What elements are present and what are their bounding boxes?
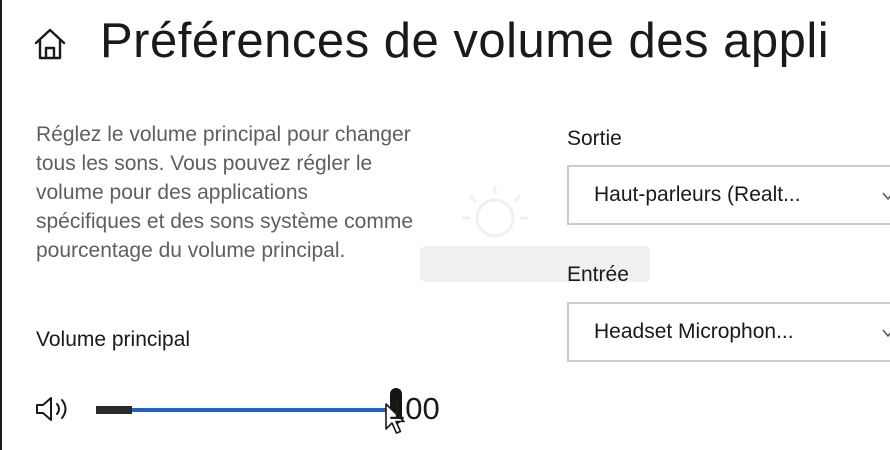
window-left-border <box>0 0 2 450</box>
chevron-down-icon <box>882 329 890 338</box>
description-line: Réglez le volume principal pour changer <box>36 123 411 146</box>
volume-slider-start <box>96 406 132 414</box>
output-device-value: Haut-parleurs (Realt... <box>594 183 801 206</box>
volume-slider[interactable] <box>96 408 402 412</box>
page-title: Préférences de volume des appli <box>100 14 830 68</box>
input-device-value: Headset Microphon... <box>594 320 794 343</box>
home-icon[interactable] <box>30 24 70 64</box>
master-volume-label: Volume principal <box>36 328 191 351</box>
master-volume-control: 100 <box>34 388 474 434</box>
output-device-dropdown[interactable]: Haut-parleurs (Realt... <box>567 165 890 225</box>
speaker-icon[interactable] <box>34 394 86 424</box>
chevron-down-icon <box>882 192 890 201</box>
input-device-dropdown[interactable]: Headset Microphon... <box>567 302 890 362</box>
description-line: tous les sons. Vous pouvez régler le <box>36 152 373 175</box>
input-label: Entrée <box>567 263 629 286</box>
volume-value: 100 <box>388 391 440 426</box>
page-header: Préférences de volume des appli <box>30 6 829 76</box>
output-label: Sortie <box>567 127 622 150</box>
volume-slider-fill <box>96 408 396 412</box>
